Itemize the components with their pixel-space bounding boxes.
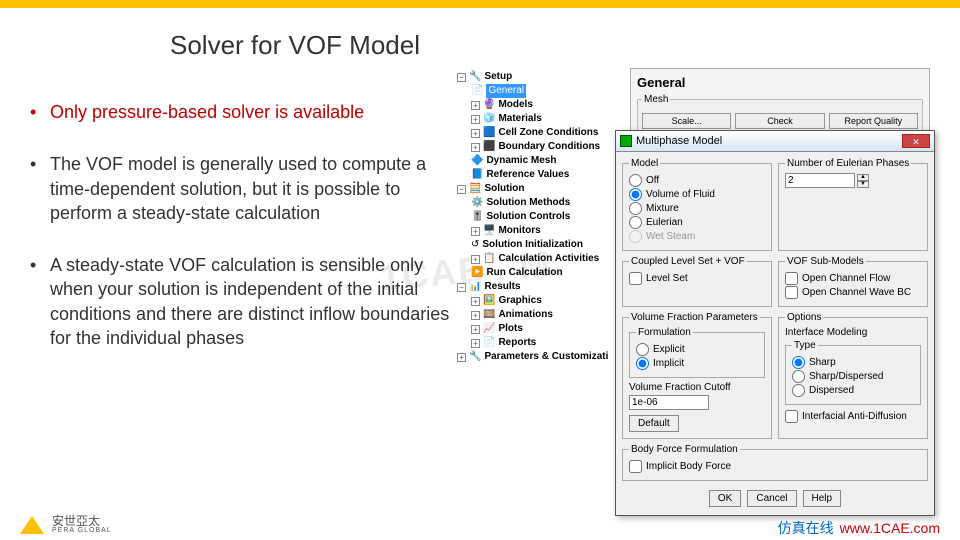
general-header: General [637,75,923,90]
logo-cn: 安世亞太 [52,515,112,527]
bff-legend: Body Force Formulation [629,444,740,455]
cancel-button[interactable]: Cancel [747,490,796,507]
submodels-legend: VOF Sub-Models [785,256,866,267]
multiphase-dialog: Multiphase Model ✕ Model Off Volume of F… [615,130,935,516]
bullet-2: The VOF model is generally used to compu… [30,152,450,225]
phases-fieldset: Number of Eulerian Phases ▲▼ [778,158,928,251]
radio-off[interactable]: Off [629,174,765,187]
ok-button[interactable]: OK [709,490,741,507]
fluent-icon [620,135,632,147]
tree-cellzone[interactable]: + 🟦 Cell Zone Conditions [455,126,620,140]
slide-title: Solver for VOF Model [170,30,420,61]
options-legend: Options [785,312,823,323]
chk-antidiff[interactable]: Interfacial Anti-Diffusion [785,410,921,423]
radio-mixture[interactable]: Mixture [629,202,765,215]
tree-general[interactable]: 📄 General [455,84,620,98]
tree-params[interactable]: + 🔧 Parameters & Customizati [455,350,620,364]
model-fieldset: Model Off Volume of Fluid Mixture Euleri… [622,158,772,251]
formulation-fieldset: Formulation Explicit Implicit [629,327,765,378]
chk-openchan[interactable]: Open Channel Flow [785,272,921,285]
chk-openchanwave[interactable]: Open Channel Wave BC [785,286,921,299]
intmod-label: Interface Modeling [785,327,921,338]
tree-refvals[interactable]: 📘 Reference Values [455,168,620,182]
tree-setup[interactable]: − 🔧 Setup [455,70,620,84]
outline-tree[interactable]: − 🔧 Setup 📄 General + 🔮 Models + 🧊 Mater… [455,70,620,364]
tree-boundary[interactable]: + ⬛ Boundary Conditions [455,140,620,154]
top-accent-bar [0,0,960,8]
coupled-fieldset: Coupled Level Set + VOF Level Set [622,256,772,307]
tree-results[interactable]: − 📊 Results [455,280,620,294]
tree-models[interactable]: + 🔮 Models [455,98,620,112]
radio-explicit[interactable]: Explicit [636,343,758,356]
phases-spinner[interactable]: ▲▼ [785,173,921,188]
submodels-fieldset: VOF Sub-Models Open Channel Flow Open Ch… [778,256,928,307]
bullet-1: Only pressure-based solver is available [30,100,450,124]
tree-calcact[interactable]: + 📋 Calculation Activities [455,252,620,266]
coupled-legend: Coupled Level Set + VOF [629,256,747,267]
tree-controls[interactable]: 🎚️ Solution Controls [455,210,620,224]
tree-init[interactable]: ↺ Solution Initialization [455,238,620,252]
tree-anim[interactable]: + 🎞️ Animations [455,308,620,322]
tree-dynmesh[interactable]: 🔷 Dynamic Mesh [455,154,620,168]
bff-fieldset: Body Force Formulation Implicit Body For… [622,444,928,481]
model-legend: Model [629,158,660,169]
footer-url: www.1CAE.com [840,520,940,536]
radio-vof[interactable]: Volume of Fluid [629,188,765,201]
vfp-legend: Volume Fraction Parameters [629,312,760,323]
scale-button[interactable]: Scale... [642,113,731,129]
tree-runcalc[interactable]: ▶️ Run Calculation [455,266,620,280]
tree-monitors[interactable]: + 🖥️ Monitors [455,224,620,238]
type-legend: Type [792,340,818,351]
dialog-titlebar[interactable]: Multiphase Model ✕ [616,131,934,152]
tree-plots[interactable]: + 📈 Plots [455,322,620,336]
radio-sharpdisp[interactable]: Sharp/Dispersed [792,370,914,383]
tree-solution[interactable]: − 🧮 Solution [455,182,620,196]
tree-reports[interactable]: + 📄 Reports [455,336,620,350]
type-fieldset: Type Sharp Sharp/Dispersed Dispersed [785,340,921,405]
spin-up-icon[interactable]: ▲ [857,174,869,181]
radio-wetsteam: Wet Steam [629,230,765,243]
check-button[interactable]: Check [735,113,824,129]
dialog-title: Multiphase Model [636,135,722,147]
quality-button[interactable]: Report Quality [829,113,918,129]
footer-cn: 仿真在线 [778,518,834,538]
footer-link[interactable]: 仿真在线 www.1CAE.com [778,518,940,538]
close-icon[interactable]: ✕ [902,134,930,148]
formulation-legend: Formulation [636,327,693,338]
vfp-fieldset: Volume Fraction Parameters Formulation E… [622,312,772,439]
phases-legend: Number of Eulerian Phases [785,158,911,169]
chk-levelset[interactable]: Level Set [629,272,765,285]
phases-input[interactable] [785,173,855,188]
radio-implicit[interactable]: Implicit [636,357,758,370]
chk-impbf[interactable]: Implicit Body Force [629,460,921,473]
cutoff-input[interactable] [629,395,709,410]
radio-sharp[interactable]: Sharp [792,356,914,369]
logo-triangle-icon [20,516,44,534]
radio-dispersed[interactable]: Dispersed [792,384,914,397]
tree-graphics[interactable]: + 🖼️ Graphics [455,294,620,308]
spin-down-icon[interactable]: ▼ [857,181,869,188]
pera-logo: 安世亞太 PERA GLOBAL [20,515,112,534]
radio-eulerian[interactable]: Eulerian [629,216,765,229]
default-button[interactable]: Default [629,415,679,432]
bullet-list: Only pressure-based solver is available … [30,100,450,378]
options-fieldset: Options Interface Modeling Type Sharp Sh… [778,312,928,439]
help-button[interactable]: Help [803,490,842,507]
tree-methods[interactable]: ⚙️ Solution Methods [455,196,620,210]
tree-materials[interactable]: + 🧊 Materials [455,112,620,126]
logo-en: PERA GLOBAL [52,527,112,534]
mesh-legend: Mesh [642,94,670,105]
mesh-fieldset: Mesh Scale... Check Report Quality [637,94,923,134]
cutoff-label: Volume Fraction Cutoff [629,382,765,393]
